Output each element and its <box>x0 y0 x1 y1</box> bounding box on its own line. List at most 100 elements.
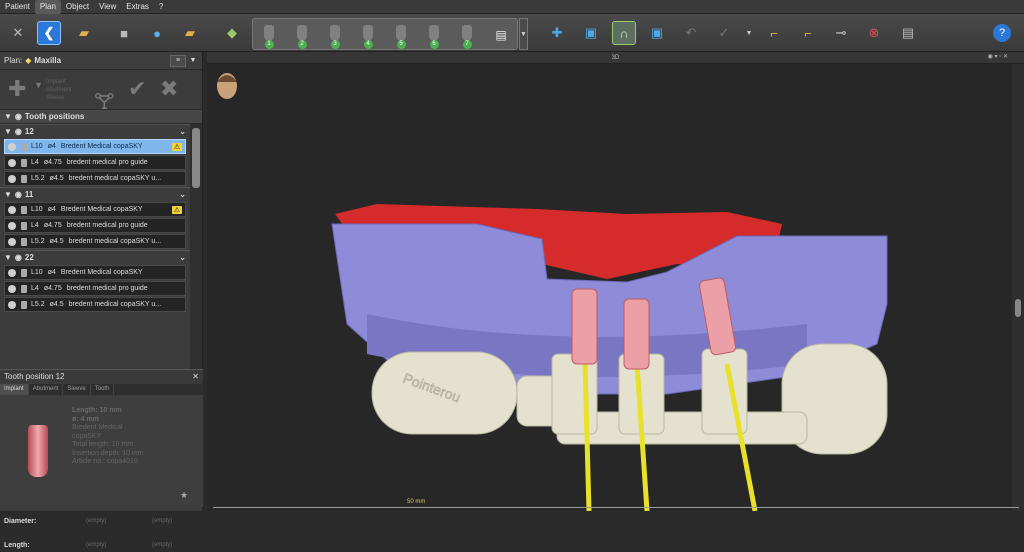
tooth-number-badge: 5 <box>396 40 406 49</box>
component-length: 10 <box>34 269 43 276</box>
remove-tool-button[interactable]: ⊗ <box>862 21 886 45</box>
open-folder-button[interactable]: ▰ <box>72 21 96 45</box>
component-row[interactable]: L 5.2 ø 4.5 bredent medical copaSKY u... <box>4 297 186 312</box>
disabled-tool-icon[interactable]: ✕ <box>6 21 30 45</box>
check-button[interactable]: ✔ <box>128 76 146 102</box>
globe-tool-button[interactable]: ● <box>145 21 169 45</box>
component-row[interactable]: L 10 ø 4 Bredent Medical copaSKY <box>4 265 186 280</box>
component-diameter: 4 <box>51 143 56 150</box>
viewport-scrollbar[interactable] <box>1012 64 1024 511</box>
undo-button[interactable]: ↶ <box>679 21 703 45</box>
component-row[interactable]: L 5.2 ø 4.5 bredent medical copaSKY u... <box>4 171 186 186</box>
plan-selector[interactable]: Plan: ◆ Maxilla ≡ ▼ <box>0 52 202 70</box>
measure-dropdown[interactable]: ▼ <box>744 21 754 45</box>
guide-tool-button[interactable]: ⊸ <box>829 21 853 45</box>
component-row[interactable]: L 10 ø 4 Bredent Medical copaSKY ⚠ <box>4 202 186 217</box>
folder-tool-button[interactable]: ▰ <box>178 21 202 45</box>
tab-implant[interactable]: Implant <box>0 384 29 395</box>
visibility-icon[interactable] <box>8 205 16 214</box>
diameter-value-2[interactable]: (empty) <box>152 518 172 524</box>
tooth-tool-4[interactable]: 4 <box>356 23 380 49</box>
visibility-icon[interactable] <box>8 237 16 246</box>
tooth-tool-2[interactable]: 2 <box>290 23 314 49</box>
undo-icon: ↶ <box>685 25 697 40</box>
length-value-2[interactable]: (empty) <box>152 542 172 548</box>
layers-button[interactable]: ▤ <box>896 21 920 45</box>
head-orientation-icon[interactable] <box>217 73 237 99</box>
close-icon[interactable]: ✕ <box>192 370 199 383</box>
abutment-tool-label: Abutment <box>46 87 72 93</box>
visibility-icon[interactable] <box>8 142 16 151</box>
curve-tool-button[interactable]: ∩ <box>612 21 636 45</box>
visibility-icon[interactable] <box>8 174 16 183</box>
spec-total-length: Total length: 10 mm <box>72 441 134 448</box>
tooth-tool-5[interactable]: 5 <box>389 23 413 49</box>
select-object-button[interactable]: ▣ <box>579 21 603 45</box>
component-row[interactable]: L 10 ø 4 Bredent Medical copaSKY ⚠ <box>4 139 186 154</box>
component-row[interactable]: L 4ø 4.75 bredent medical pro guide <box>4 218 186 233</box>
tab-tooth[interactable]: Tooth <box>91 384 115 395</box>
tooth-tool-6[interactable]: 6 <box>422 23 446 49</box>
implant-library-button[interactable]: 🝖 <box>94 76 115 122</box>
visibility-icon[interactable] <box>8 268 16 277</box>
component-row[interactable]: L 5.2 ø 4.5 bredent medical copaSKY u... <box>4 234 186 249</box>
tooth-tools-dropdown[interactable]: ▼ <box>519 18 528 50</box>
favorite-icon[interactable]: ★ <box>180 490 188 501</box>
model-tool-button[interactable]: ◆ <box>220 21 244 45</box>
tab-sleeve[interactable]: Sleeve <box>63 384 91 395</box>
print-guide-button[interactable]: ▤ <box>489 23 513 47</box>
plan-dropdown-button[interactable]: ▼ <box>188 55 198 67</box>
visibility-icon[interactable] <box>8 158 16 167</box>
sleeve-tool-button[interactable]: ⌐ <box>762 21 786 45</box>
abutment-tool-button[interactable]: ⌐ <box>796 21 820 45</box>
add-dropdown-button[interactable]: ▼ <box>34 80 43 90</box>
chevron-down-icon: ⌄ <box>179 127 186 136</box>
visibility-icon[interactable] <box>8 284 16 293</box>
tooth-tool-7[interactable]: 7 <box>455 23 479 49</box>
tooth-group-header[interactable]: ▼ ◉ 22 ⌄ <box>0 250 190 264</box>
cube-tool-button[interactable]: ■ <box>112 21 136 45</box>
diameter-value-1[interactable]: (empty) <box>86 518 106 524</box>
tooth-number-badge: 4 <box>363 40 373 49</box>
menu-extras[interactable]: Extras <box>121 0 154 14</box>
component-diameter: 4 <box>51 269 56 276</box>
implant-specs: Length: 10 mm ø: 4 mm Bredent Medical co… <box>72 407 144 467</box>
component-product: bredent medical copaSKY u... <box>68 301 162 308</box>
back-button[interactable]: ❮ <box>37 21 61 45</box>
tooth-group-header[interactable]: ▼ ◉ 12 ⌄ <box>0 124 190 138</box>
tooth-tool-3[interactable]: 3 <box>323 23 347 49</box>
menu-icon: ≡ <box>175 56 181 64</box>
delete-button[interactable]: ✖ <box>160 76 178 102</box>
3d-viewport[interactable]: 3D ◉ ▾ ▫ ✕ Pointerou 50 mm <box>207 52 1024 511</box>
tooth-group-header[interactable]: ▼ ◉ 11 ⌄ <box>0 187 190 201</box>
tooth-position-title: Tooth position 12 <box>4 372 65 381</box>
menu-patient[interactable]: Patient <box>0 0 35 14</box>
measure-button[interactable]: ✓ <box>712 21 736 45</box>
component-row[interactable]: L 4ø 4.75 bredent medical pro guide <box>4 155 186 170</box>
scrollbar-thumb[interactable] <box>1015 299 1021 317</box>
measure-icon: ✓ <box>718 25 730 40</box>
visibility-icon[interactable] <box>8 300 16 309</box>
component-row[interactable]: L 4ø 4.75 bredent medical pro guide <box>4 281 186 296</box>
list-menu-button[interactable]: ≡ <box>170 54 186 67</box>
add-implant-button[interactable]: ✚ <box>8 76 26 102</box>
help-button[interactable]: ? <box>990 21 1014 45</box>
scale-ruler <box>213 507 1019 508</box>
tooth-number-badge: 6 <box>429 40 439 49</box>
3d-scene[interactable]: Pointerou <box>207 64 1012 511</box>
length-value-1[interactable]: (empty) <box>86 542 106 548</box>
tab-abutment[interactable]: Abutment <box>29 384 64 395</box>
tree-scrollbar[interactable] <box>190 124 202 369</box>
visibility-icon[interactable] <box>8 221 16 230</box>
component-length: 4 <box>34 222 39 229</box>
printer-icon: ▤ <box>495 28 507 42</box>
viewport-controls[interactable]: ◉ ▾ ▫ ✕ <box>988 53 1008 60</box>
menu-view[interactable]: View <box>94 0 121 14</box>
menu-help[interactable]: ? <box>154 0 168 14</box>
menu-plan[interactable]: Plan <box>34 0 61 14</box>
scrollbar-thumb[interactable] <box>192 128 200 188</box>
tooth-tool-1[interactable]: 1 <box>257 23 281 49</box>
box-select-button[interactable]: ▣ <box>645 21 669 45</box>
menu-object[interactable]: Object <box>61 0 94 14</box>
implant-axis-button[interactable]: ✚ <box>545 21 569 45</box>
